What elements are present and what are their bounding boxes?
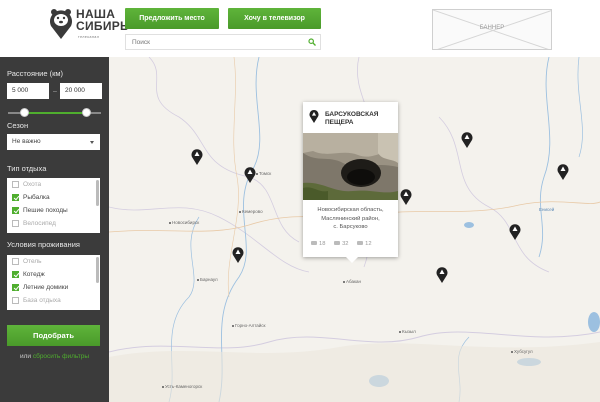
rest-type-option-label: Велосипед [23, 220, 56, 227]
logo-text: НАША СИБИРЬ [76, 7, 129, 33]
town-label: Новосибирск [168, 220, 200, 225]
living-option-label: Котедж [23, 271, 45, 278]
distance-slider-handle-from[interactable] [20, 108, 30, 117]
map-pin-icon[interactable] [232, 246, 244, 263]
photos-stat: 32 [334, 241, 349, 247]
logo[interactable]: НАША СИБИРЬ телеканал [48, 6, 129, 44]
rest-type-option[interactable]: Велосипед [7, 217, 100, 230]
map-pin-icon[interactable] [400, 188, 412, 205]
checkbox[interactable] [12, 284, 19, 291]
map-pin-icon[interactable] [557, 163, 569, 180]
suggest-place-button[interactable]: Предложить место [125, 8, 219, 29]
town-label: Томск [255, 171, 272, 176]
map-pin-icon[interactable] [509, 223, 521, 240]
reset-filters-link[interactable]: сбросить фильтры [33, 353, 89, 360]
living-option[interactable]: Котедж [7, 268, 100, 281]
rest-type-option-label: Охота [23, 181, 42, 188]
camera-icon [334, 241, 341, 246]
map-pin-icon[interactable] [436, 266, 448, 283]
rest-type-option[interactable]: Охота [7, 178, 100, 191]
map-pin-icon[interactable] [191, 148, 203, 165]
town-label: Абакан [342, 279, 362, 284]
living-option[interactable]: Летние домики [7, 281, 100, 294]
living-option-label: Отель [23, 258, 42, 265]
search-input[interactable] [126, 35, 296, 49]
checkbox[interactable] [12, 297, 19, 304]
comments-stat: 12 [357, 241, 372, 247]
season-label: Сезон [7, 121, 29, 130]
filter-sidebar: Расстояние (км) 5 000 – 20 000 Сезон Не … [0, 57, 109, 402]
range-dash: – [53, 88, 57, 95]
popup-title[interactable]: БАРСУКОВСКАЯ ПЕЩЕРА [325, 111, 395, 127]
rest-type-option[interactable]: Пешие походы [7, 204, 100, 217]
map-pin-icon[interactable] [244, 166, 256, 183]
place-popup[interactable]: БАРСУКОВСКАЯ ПЕЩЕРА Новосибирская област… [303, 102, 398, 263]
map-pin-icon [309, 109, 319, 123]
checkbox[interactable] [12, 220, 19, 227]
distance-to-input[interactable]: 20 000 [60, 83, 102, 99]
checkbox[interactable] [12, 207, 19, 214]
checkbox[interactable] [12, 258, 19, 265]
town-label: Горно-Алтайск [232, 323, 266, 328]
town-label: Кемерово [239, 209, 263, 214]
checkbox[interactable] [12, 181, 19, 188]
season-select-value: Не важно [12, 138, 41, 145]
reset-or-text: или [19, 353, 32, 360]
town-label: Усть-Каменогорск [161, 384, 203, 389]
distance-from-input[interactable]: 5 000 [7, 83, 49, 99]
rest-type-option-label: Рыбалка [23, 194, 50, 201]
map-pin-icon[interactable] [461, 131, 473, 148]
checkbox[interactable] [12, 194, 19, 201]
rest-type-option[interactable]: Рыбалка [7, 191, 100, 204]
apply-filters-button[interactable]: Подобрать [7, 325, 100, 346]
living-conditions-scrollbar[interactable] [96, 257, 99, 283]
living-option[interactable]: База отдыха [7, 294, 100, 307]
checkbox[interactable] [12, 271, 19, 278]
banner-label: БАННЕР [479, 25, 505, 31]
reset-line: или сбросить фильтры [0, 353, 109, 360]
rest-type-scrollbar[interactable] [96, 180, 99, 206]
distance-slider-fill [24, 112, 87, 114]
living-option[interactable]: Отель [7, 255, 100, 268]
cave-photo[interactable] [303, 133, 398, 200]
search-icon[interactable] [308, 38, 316, 46]
rest-type-option-label: Пешие походы [23, 207, 68, 214]
distance-slider-handle-to[interactable] [81, 108, 91, 117]
header: НАША СИБИРЬ телеканал Предложить место Х… [0, 0, 600, 57]
living-conditions-label: Условия проживания [7, 240, 80, 249]
popup-address: Новосибирская область, Маслянинский райо… [317, 207, 384, 230]
living-option-label: База отдыха [23, 297, 61, 304]
logo-subtitle: телеканал [78, 35, 100, 39]
town-label: Барнаул [197, 277, 218, 282]
rest-type-label: Тип отдыха [7, 164, 47, 173]
town-label: Хубсугул [511, 349, 533, 354]
living-conditions-list: Отель Котедж Летние домики База отдыха [7, 255, 100, 310]
distance-label: Расстояние (км) [7, 69, 64, 78]
river-label: Енисей [539, 207, 555, 212]
rest-type-list: Охота Рыбалка Пешие походы Велосипед [7, 178, 100, 233]
chevron-down-icon [90, 141, 94, 144]
town-label: Кызыл [399, 329, 416, 334]
bear-logo-icon [50, 9, 72, 39]
comment-icon [357, 241, 364, 246]
want-on-tv-button[interactable]: Хочу в телевизор [228, 8, 321, 29]
search-box [125, 34, 321, 50]
living-option-label: Летние домики [23, 284, 69, 291]
banner-placeholder[interactable]: БАННЕР [432, 9, 552, 50]
popup-stats: 18 32 12 [311, 241, 396, 247]
eye-icon [311, 241, 317, 246]
views-stat: 18 [311, 241, 325, 247]
season-select[interactable]: Не важно [7, 134, 100, 150]
